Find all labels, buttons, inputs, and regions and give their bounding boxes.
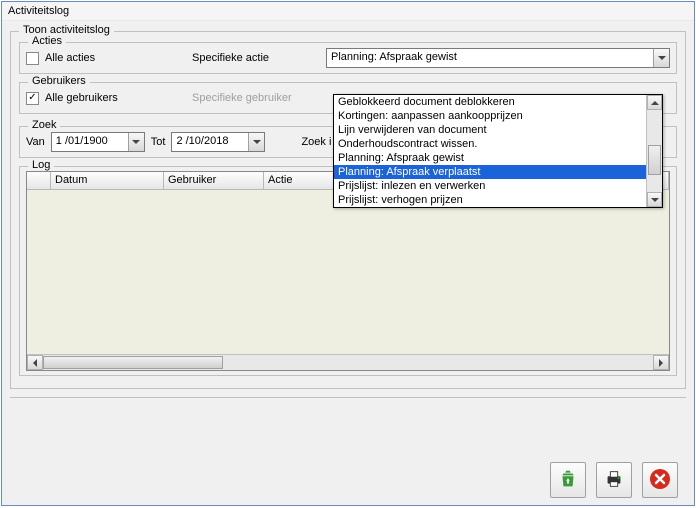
specific-user-label: Specifieke gebruiker [192, 92, 320, 104]
all-actions-label: Alle acties [45, 52, 95, 64]
scroll-right-icon[interactable] [653, 355, 669, 370]
search-legend: Zoek [28, 119, 60, 131]
scroll-up-icon[interactable] [647, 95, 662, 110]
specific-action-label: Specifieke actie [192, 52, 320, 64]
from-date-value: 1 /01/1900 [52, 133, 128, 151]
log-legend: Log [28, 159, 54, 171]
recycle-icon [557, 468, 579, 493]
from-label: Van [26, 136, 45, 148]
actions-group: Acties Alle acties Specifieke actie Plan… [19, 42, 677, 74]
close-button[interactable] [642, 462, 678, 498]
scroll-down-icon[interactable] [647, 192, 662, 207]
chevron-down-icon[interactable] [653, 49, 669, 67]
chevron-down-icon[interactable] [128, 133, 144, 151]
specific-action-dropdown[interactable]: Geblokkeerd document deblokkerenKortinge… [333, 94, 663, 208]
specific-action-combo[interactable]: Planning: Afspraak gewist [326, 48, 670, 68]
dropdown-option[interactable]: Prijslijst: inlezen en verwerken [334, 179, 646, 193]
to-date-value: 2 /10/2018 [172, 133, 248, 151]
all-users-checkbox[interactable]: ✓ [26, 92, 39, 105]
printer-icon [602, 468, 626, 493]
grid-hscrollbar[interactable] [27, 354, 669, 370]
users-legend: Gebruikers [28, 75, 90, 87]
print-button[interactable] [596, 462, 632, 498]
dropdown-scrollbar[interactable] [646, 95, 662, 207]
activity-log-window: Activiteitslog Toon activiteitslog Actie… [1, 1, 695, 506]
dropdown-option[interactable]: Prijslijst: verhogen prijzen [334, 193, 646, 207]
actions-legend: Acties [28, 35, 66, 47]
scroll-left-icon[interactable] [27, 355, 43, 370]
scroll-track[interactable] [43, 355, 653, 370]
row-header-spacer [27, 172, 51, 190]
show-activitylog-group: Toon activiteitslog Acties Alle acties S… [10, 31, 686, 389]
to-date-picker[interactable]: 2 /10/2018 [171, 132, 265, 152]
dropdown-option[interactable]: Onderhoudscontract wissen. [334, 137, 646, 151]
scroll-thumb[interactable] [43, 356, 223, 369]
col-user[interactable]: Gebruiker [164, 172, 264, 190]
all-users-label: Alle gebruikers [45, 92, 118, 104]
footer-toolbar [550, 462, 678, 498]
specific-action-value: Planning: Afspraak gewist [327, 49, 653, 67]
scroll-thumb[interactable] [648, 145, 661, 175]
window-title: Activiteitslog [2, 2, 694, 21]
to-label: Tot [151, 136, 166, 148]
close-icon [648, 467, 672, 494]
dropdown-option[interactable]: Kortingen: aanpassen aankoopprijzen [334, 109, 646, 123]
dropdown-option[interactable]: Lijn verwijderen van document [334, 123, 646, 137]
dropdown-option[interactable]: Planning: Afspraak gewist [334, 151, 646, 165]
dropdown-option[interactable]: Planning: Afspraak verplaatst [334, 165, 646, 179]
search-in-label: Zoek i [301, 136, 331, 148]
all-actions-checkbox[interactable] [26, 52, 39, 65]
col-date[interactable]: Datum [51, 172, 164, 190]
chevron-down-icon[interactable] [248, 133, 264, 151]
separator [10, 397, 686, 398]
grid-body [27, 190, 669, 354]
from-date-picker[interactable]: 1 /01/1900 [51, 132, 145, 152]
dropdown-option[interactable]: Geblokkeerd document deblokkeren [334, 95, 646, 109]
recycle-button[interactable] [550, 462, 586, 498]
